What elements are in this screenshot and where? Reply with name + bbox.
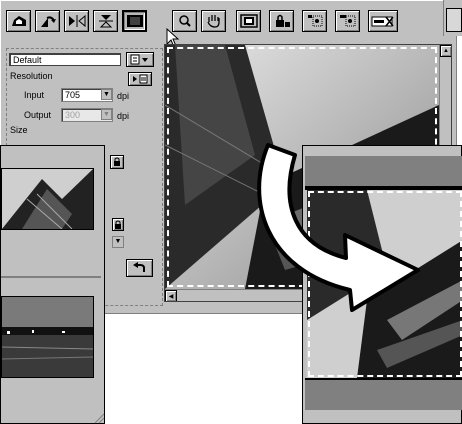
background-window-box: [446, 8, 462, 32]
toolbar-button-highlight-eyedropper[interactable]: [302, 10, 327, 32]
toolbar-button-midtone-eyedropper[interactable]: [335, 10, 360, 32]
toolbar-button-hand[interactable]: [201, 10, 226, 32]
unit-dropdown-arrow[interactable]: ▼: [112, 236, 124, 248]
resolution-menu-button[interactable]: [128, 72, 152, 86]
mirror-vertical-icon: [98, 15, 113, 28]
output-unit-label: dpi: [117, 111, 130, 121]
undo-icon: [132, 262, 145, 272]
hand-icon: [206, 15, 220, 28]
lock-icon: [275, 14, 290, 27]
output-resolution-dropdown-arrow[interactable]: ▼: [101, 109, 112, 120]
thumbnail-frame-2[interactable]: [1, 296, 94, 378]
toolbar-button-zoom[interactable]: [172, 10, 197, 32]
thumbnail-photo-2: [1, 297, 94, 377]
resize-grip-icon[interactable]: [93, 412, 105, 424]
toolbar-button-lock[interactable]: [269, 10, 294, 32]
white-balance-icon: [371, 16, 394, 27]
expand-list-icon: [133, 74, 148, 84]
preset-dropdown[interactable]: Default: [9, 53, 121, 66]
toolbar-button-flip[interactable]: [6, 10, 31, 32]
aspect-lock-button[interactable]: [112, 218, 124, 231]
fit-frame-icon: [126, 15, 143, 27]
toolbar-button-white-balance[interactable]: [368, 10, 398, 32]
crop-result-bottom-area: [305, 378, 462, 410]
auto-crop-icon: [239, 14, 258, 28]
thumbnail-photo-1: [2, 169, 93, 230]
size-label: Size: [10, 125, 28, 135]
input-resolution-dropdown-arrow[interactable]: ▼: [101, 89, 112, 100]
input-label: Input: [24, 90, 45, 100]
transition-arrow-icon: [257, 143, 420, 312]
preset-menu-button[interactable]: [126, 52, 154, 67]
resolution-label: Resolution: [10, 71, 53, 81]
size-lock-button[interactable]: [110, 155, 124, 169]
input-unit-label: dpi: [117, 91, 130, 101]
toolbar-button-mirror-h[interactable]: [64, 10, 89, 32]
scroll-up-button[interactable]: ▲: [440, 45, 451, 57]
toolbar-button-rotate[interactable]: [35, 10, 60, 32]
toolbar: [4, 6, 442, 48]
toolbar-button-auto-crop[interactable]: [236, 10, 261, 32]
padlock-icon: [115, 220, 121, 229]
toolbar-button-fit[interactable]: [122, 10, 147, 32]
thumbnail-window: [0, 145, 105, 424]
scroll-left-button[interactable]: ◀: [165, 290, 177, 301]
thumbnail-frame-1[interactable]: [1, 168, 94, 230]
output-label: Output: [24, 110, 52, 120]
zoom-icon: [178, 15, 191, 27]
undo-button[interactable]: [126, 259, 153, 277]
thumbnail-separator: [1, 276, 101, 278]
list-menu-icon: [130, 54, 148, 65]
chain-lock-icon: [114, 157, 120, 166]
flip-vertical-icon: [11, 16, 26, 26]
midtone-eyedropper-icon: [339, 15, 355, 27]
toolbar-button-mirror-v[interactable]: [93, 10, 118, 32]
mirror-horizontal-icon: [68, 14, 85, 28]
rotate-icon: [40, 16, 56, 27]
highlight-eyedropper-icon: [307, 15, 322, 27]
